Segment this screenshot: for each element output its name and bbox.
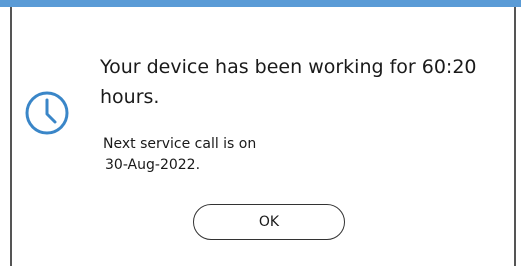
ok-button[interactable]: OK	[193, 204, 345, 240]
usage-message-line1: Your device has been working for 60:20	[100, 56, 477, 78]
service-call-label: Next service call is on	[103, 136, 257, 152]
usage-message-line2: hours.	[100, 86, 160, 108]
dialog-right-border	[514, 7, 516, 266]
dialog-left-border	[10, 7, 12, 266]
clock-icon	[25, 91, 69, 135]
service-call-info: Next service call is on 30-Aug-2022.	[103, 134, 403, 176]
service-dialog: Your device has been working for 60:20 h…	[0, 0, 521, 266]
service-call-date: 30-Aug-2022.	[105, 157, 201, 173]
dialog-top-accent-bar	[0, 0, 521, 7]
usage-message: Your device has been working for 60:20 h…	[100, 52, 510, 112]
